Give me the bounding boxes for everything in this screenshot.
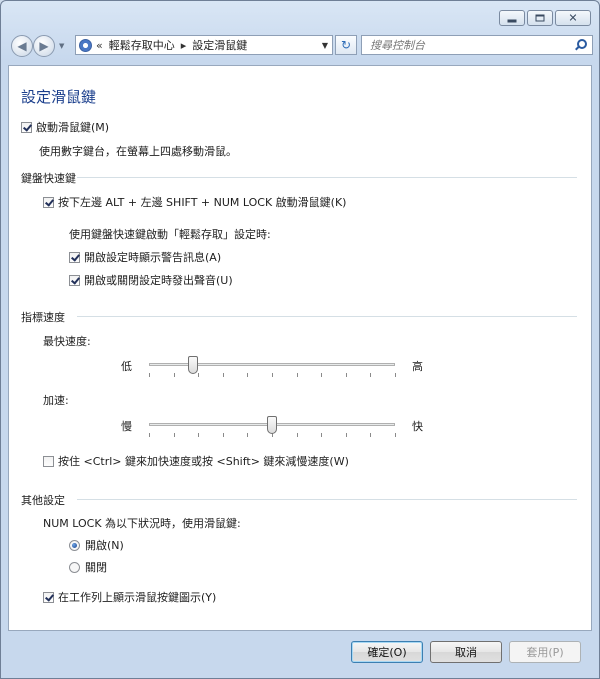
numlock-on-option[interactable]: 開啟(N)	[69, 537, 124, 553]
search-box[interactable]	[361, 35, 593, 55]
close-icon: ✕	[568, 11, 578, 25]
slider-tick	[297, 433, 298, 437]
warning-message-label[interactable]: 開啟設定時顯示警告訊息(A)	[84, 251, 221, 264]
caption-buttons: ✕	[499, 10, 591, 26]
slider-tick	[149, 433, 150, 437]
window: ✕ ◀ ▶ ▼ « 輕鬆存取中心 ▸ 設定滑鼠鍵 ▼ ↻ 設定滑鼠鍵 啟動滑鼠鍵…	[0, 0, 600, 679]
enable-mouse-keys-checkbox[interactable]	[21, 122, 32, 133]
shortcut-checkbox[interactable]	[43, 197, 54, 208]
top-speed-track[interactable]	[149, 363, 395, 366]
shortcut-label[interactable]: 按下左邊 ALT + 左邊 SHIFT + NUM LOCK 啟動滑鼠鍵(K)	[58, 196, 346, 209]
chevron-down-icon: ▼	[59, 42, 65, 50]
warning-message-checkbox[interactable]	[69, 252, 80, 263]
ctrl-shift-option[interactable]: 按住 <Ctrl> 鍵來加快速度或按 <Shift> 鍵來減慢速度(W)	[43, 453, 349, 469]
section-divider	[77, 316, 577, 317]
slider-tick	[198, 433, 199, 437]
slider-tick	[395, 433, 396, 437]
acceleration-slider-thumb[interactable]	[267, 416, 277, 434]
numlock-on-label[interactable]: 開啟(N)	[85, 539, 124, 552]
cancel-button[interactable]: 取消	[430, 641, 502, 663]
slider-tick	[321, 433, 322, 437]
breadcrumb-current[interactable]: 設定滑鼠鍵	[192, 37, 247, 53]
dialog-footer: 確定(O) 取消 套用(P)	[1, 631, 599, 678]
numlock-off-label[interactable]: 關閉	[85, 561, 107, 574]
slider-tick	[223, 433, 224, 437]
maximize-icon	[535, 14, 545, 22]
shortcut-option[interactable]: 按下左邊 ALT + 左邊 SHIFT + NUM LOCK 啟動滑鼠鍵(K)	[43, 194, 346, 210]
close-button[interactable]: ✕	[555, 10, 591, 26]
pointer-speed-heading: 指標速度	[21, 311, 65, 324]
refresh-icon: ↻	[340, 38, 352, 52]
slider-tick	[247, 373, 248, 377]
acceleration-high-label: 快	[412, 420, 423, 433]
breadcrumb-parent[interactable]: 輕鬆存取中心	[109, 37, 175, 53]
control-panel-icon	[79, 38, 92, 52]
taskbar-icon-label[interactable]: 在工作列上顯示滑鼠按鍵圖示(Y)	[58, 591, 216, 604]
breadcrumb-separator-icon[interactable]: ▸	[181, 39, 187, 52]
content-pane: 設定滑鼠鍵 啟動滑鼠鍵(M) 使用數字鍵台，在螢幕上四處移動滑鼠。 鍵盤快速鍵 …	[8, 65, 592, 631]
top-speed-low-label: 低	[121, 360, 132, 373]
navigation-bar: ◀ ▶ ▼ « 輕鬆存取中心 ▸ 設定滑鼠鍵 ▼ ↻	[9, 33, 593, 59]
minimize-button[interactable]	[499, 10, 525, 26]
numlock-off-radio[interactable]	[69, 562, 80, 573]
section-divider	[77, 499, 577, 500]
recent-pages-dropdown[interactable]: ▼	[59, 42, 64, 50]
address-overflow-chevron[interactable]: «	[96, 39, 103, 52]
ctrl-shift-checkbox[interactable]	[43, 456, 54, 467]
slider-tick	[346, 373, 347, 377]
top-speed-slider-thumb[interactable]	[188, 356, 199, 374]
slider-tick	[370, 433, 371, 437]
address-dropdown-icon[interactable]: ▼	[322, 41, 328, 50]
slider-tick	[272, 373, 273, 377]
search-icon[interactable]	[574, 38, 588, 52]
maximize-button[interactable]	[527, 10, 553, 26]
back-button[interactable]: ◀	[11, 35, 33, 57]
other-settings-heading: 其他設定	[21, 494, 65, 507]
search-input[interactable]	[362, 37, 574, 53]
taskbar-icon-checkbox[interactable]	[43, 592, 54, 603]
numlock-on-radio[interactable]	[69, 540, 80, 551]
slider-tick	[370, 373, 371, 377]
slider-tick	[198, 373, 199, 377]
page-title: 設定滑鼠鍵	[21, 88, 97, 106]
back-arrow-icon: ◀	[17, 39, 27, 53]
slider-tick	[395, 373, 396, 377]
keyboard-shortcut-heading: 鍵盤快速鍵	[21, 172, 76, 185]
forward-button[interactable]: ▶	[33, 35, 55, 57]
enable-mouse-keys-label[interactable]: 啟動滑鼠鍵(M)	[36, 121, 109, 134]
slider-tick	[321, 373, 322, 377]
top-speed-label: 最快速度:	[43, 335, 91, 348]
refresh-button[interactable]: ↻	[335, 35, 357, 55]
enable-mouse-keys-option[interactable]: 啟動滑鼠鍵(M)	[21, 119, 109, 135]
slider-tick	[346, 433, 347, 437]
section-divider	[77, 177, 577, 178]
slider-tick	[149, 373, 150, 377]
shortcut-settings-label: 使用鍵盤快速鍵啟動「輕鬆存取」設定時:	[69, 228, 271, 241]
numlock-off-option[interactable]: 關閉	[69, 559, 107, 575]
warning-message-option[interactable]: 開啟設定時顯示警告訊息(A)	[69, 249, 221, 265]
enable-description: 使用數字鍵台，在螢幕上四處移動滑鼠。	[39, 145, 237, 158]
ctrl-shift-label[interactable]: 按住 <Ctrl> 鍵來加快速度或按 <Shift> 鍵來減慢速度(W)	[58, 455, 349, 468]
address-bar[interactable]: « 輕鬆存取中心 ▸ 設定滑鼠鍵 ▼	[75, 35, 333, 55]
forward-arrow-icon: ▶	[39, 39, 49, 53]
acceleration-label: 加速:	[43, 394, 69, 407]
sound-label[interactable]: 開啟或關閉設定時發出聲音(U)	[84, 274, 233, 287]
slider-tick	[174, 433, 175, 437]
taskbar-icon-option[interactable]: 在工作列上顯示滑鼠按鍵圖示(Y)	[43, 589, 216, 605]
ok-button[interactable]: 確定(O)	[351, 641, 423, 663]
apply-button[interactable]: 套用(P)	[509, 641, 581, 663]
acceleration-low-label: 慢	[121, 420, 132, 433]
slider-tick	[247, 433, 248, 437]
slider-tick	[223, 373, 224, 377]
sound-checkbox[interactable]	[69, 275, 80, 286]
slider-tick	[174, 373, 175, 377]
numlock-label: NUM LOCK 為以下狀況時，使用滑鼠鍵:	[43, 517, 241, 530]
minimize-icon	[507, 19, 517, 23]
top-speed-high-label: 高	[412, 360, 423, 373]
sound-option[interactable]: 開啟或關閉設定時發出聲音(U)	[69, 272, 233, 288]
slider-tick	[297, 373, 298, 377]
